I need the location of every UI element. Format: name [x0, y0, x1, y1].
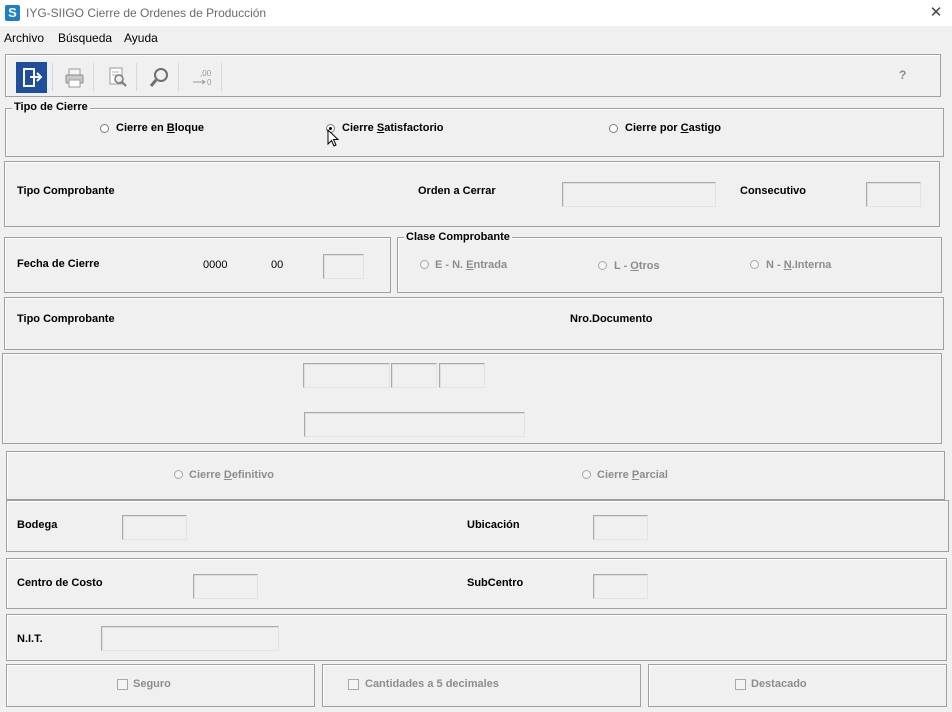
tipo-cierre-caption: Tipo de Cierre — [12, 101, 90, 113]
radio-otros-label[interactable]: L - Otros — [614, 260, 660, 272]
fecha-month: 00 — [271, 259, 284, 271]
radio-cierre-bloque[interactable] — [100, 124, 109, 133]
radio-cierre-castigo-label[interactable]: Cierre por Castigo — [625, 122, 721, 134]
radio-cierre-satisfactorio-label[interactable]: Cierre Satisfactorio — [342, 122, 444, 134]
radio-cierre-parcial-label[interactable]: Cierre Parcial — [597, 469, 668, 481]
seguro-label[interactable]: Seguro — [133, 678, 171, 690]
detalle-field-4[interactable] — [304, 412, 525, 437]
bodega-label: Bodega — [17, 519, 58, 531]
cierre-modo-panel — [6, 451, 945, 500]
bodega-field[interactable] — [122, 515, 187, 540]
menu-ayuda[interactable]: Ayuda — [124, 31, 158, 45]
ubicacion-field[interactable] — [593, 515, 648, 540]
menu-archivo[interactable]: Archivo — [4, 31, 44, 45]
subcentro-field[interactable] — [593, 574, 648, 599]
help-button[interactable]: ? — [899, 68, 906, 82]
fecha-year: 0000 — [203, 259, 228, 271]
search-icon — [149, 68, 168, 87]
orden-cerrar-field[interactable] — [562, 182, 716, 207]
title-bar: S IYG-SIIGO Cierre de Ordenes de Producc… — [0, 0, 952, 26]
documento-panel — [4, 297, 944, 350]
decimal-icon-text: ,00 — [200, 69, 212, 78]
destacado-label[interactable]: Destacado — [751, 678, 807, 690]
centro-costo-field[interactable] — [193, 574, 258, 599]
print-button[interactable] — [59, 62, 90, 93]
mouse-cursor-icon — [327, 129, 340, 147]
consecutivo-field[interactable] — [866, 182, 921, 207]
tipo-comprobante-label: Tipo Comprobante — [17, 185, 115, 197]
destacado-checkbox[interactable] — [735, 679, 746, 690]
radio-cierre-bloque-label[interactable]: Cierre en Bloque — [116, 122, 204, 134]
subcentro-label: SubCentro — [467, 577, 524, 589]
detalle-field-1[interactable] — [303, 363, 390, 388]
fecha-day-field[interactable] — [323, 254, 364, 279]
consecutivo-label: Consecutivo — [740, 185, 807, 197]
clase-comprobante-caption: Clase Comprobante — [404, 231, 512, 243]
radio-interna-label[interactable]: N - N.Interna — [766, 259, 831, 271]
decimal-icon-sub: 0 — [207, 78, 212, 87]
radio-cierre-parcial[interactable] — [582, 470, 591, 479]
print-preview-button[interactable] — [102, 62, 133, 93]
exit-button[interactable] — [16, 62, 47, 93]
radio-otros[interactable] — [598, 261, 607, 270]
search-button[interactable] — [144, 62, 175, 93]
decimal-shift-icon: ,00 0 — [193, 69, 212, 87]
menu-busqueda[interactable]: Búsqueda — [58, 31, 112, 45]
tipo-comprobante-label-2: Tipo Comprobante — [17, 313, 115, 325]
radio-interna[interactable] — [750, 260, 759, 269]
orden-cerrar-label: Orden a Cerrar — [418, 185, 496, 197]
print-preview-icon — [109, 67, 127, 87]
nit-label: N.I.T. — [17, 633, 43, 645]
radio-cierre-definitivo-label[interactable]: Cierre Definitivo — [189, 469, 274, 481]
radio-entrada-label[interactable]: E - N. Entrada — [435, 259, 507, 271]
nro-documento-label: Nro.Documento — [570, 313, 653, 325]
exit-icon — [23, 68, 43, 87]
toolbar: ,00 0 ? — [5, 54, 941, 97]
nit-field[interactable] — [101, 626, 279, 651]
decimal-button[interactable]: ,00 0 — [187, 62, 218, 93]
decimales-label[interactable]: Cantidades a 5 decimales — [365, 678, 499, 690]
decimales-checkbox[interactable] — [348, 679, 359, 690]
radio-cierre-castigo[interactable] — [609, 124, 618, 133]
ubicacion-label: Ubicación — [467, 519, 520, 531]
app-logo-icon: S — [5, 5, 20, 21]
detalle-field-3[interactable] — [439, 363, 485, 388]
close-button[interactable]: ✕ — [924, 2, 948, 24]
radio-entrada[interactable] — [420, 260, 429, 269]
centro-costo-label: Centro de Costo — [17, 577, 103, 589]
detalle-field-2[interactable] — [391, 363, 437, 388]
window-title: IYG-SIIGO Cierre de Ordenes de Producció… — [26, 6, 267, 20]
seguro-checkbox[interactable] — [117, 679, 128, 690]
print-icon — [65, 68, 84, 88]
fecha-cierre-label: Fecha de Cierre — [17, 258, 100, 270]
radio-cierre-definitivo[interactable] — [174, 470, 183, 479]
